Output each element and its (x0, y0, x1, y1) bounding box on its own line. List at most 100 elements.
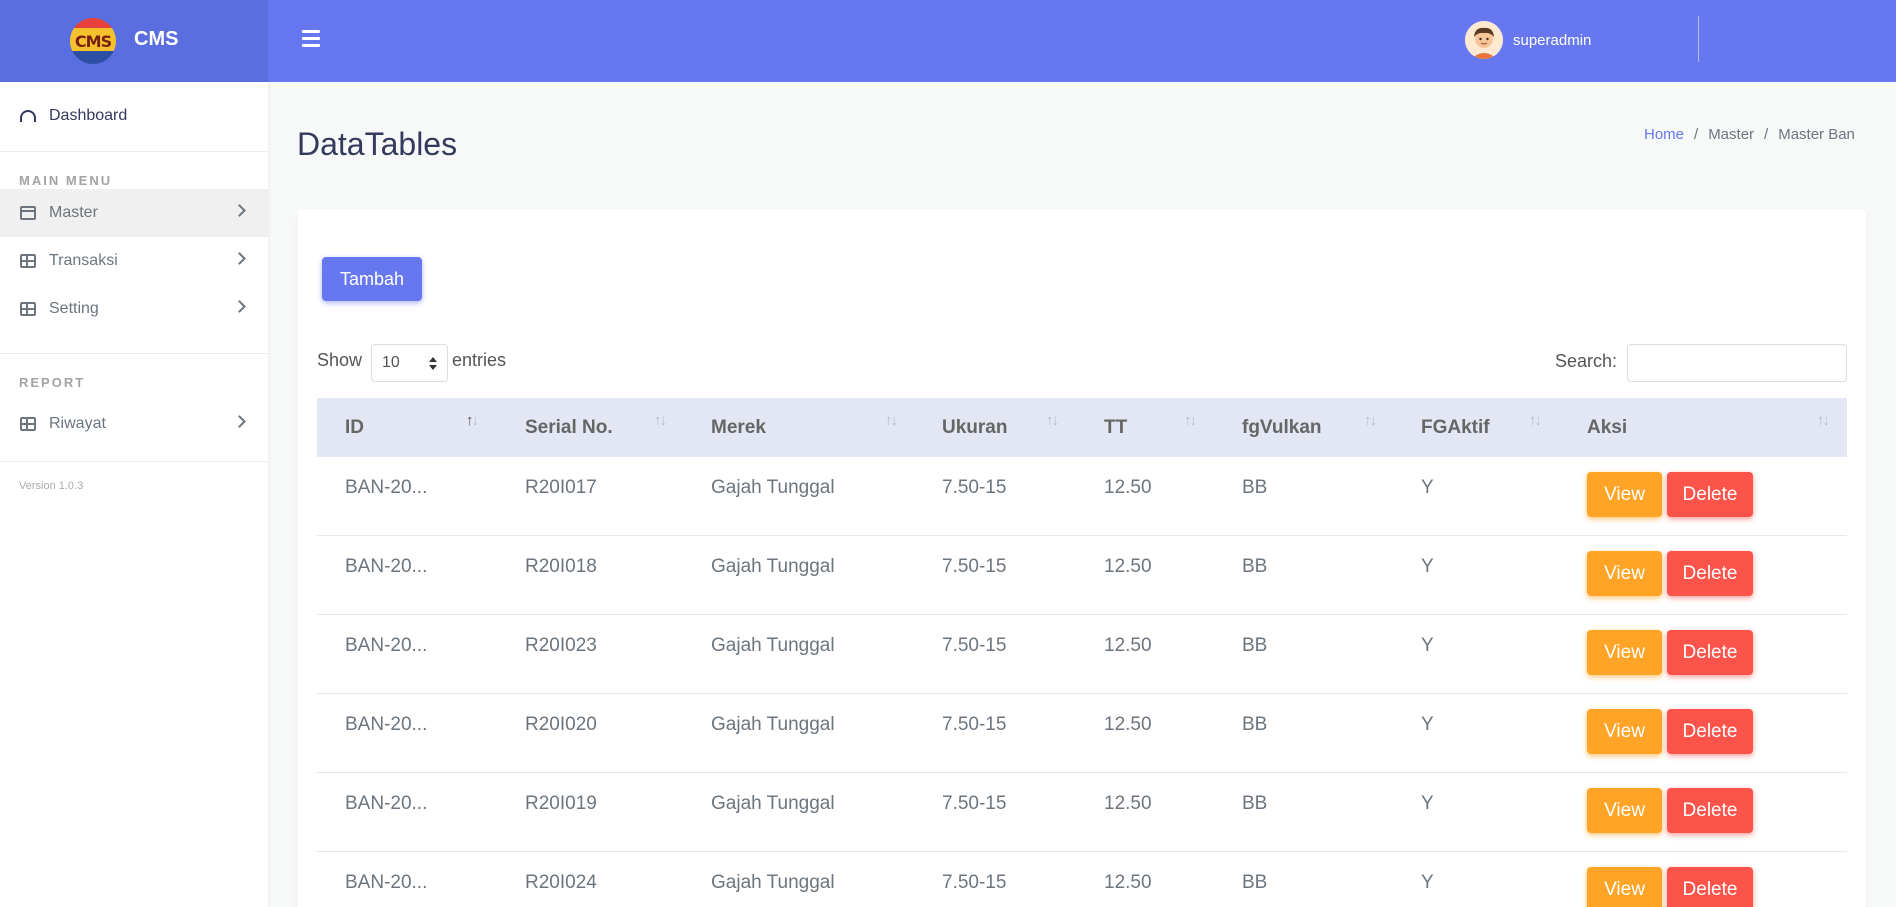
navbar-divider (1698, 16, 1699, 62)
cell-serial-no: R20I023 (525, 635, 597, 656)
breadcrumb-separator: / (1694, 126, 1699, 143)
cell-serial-no: R20I019 (525, 793, 597, 814)
sort-icon[interactable]: ↑↓ (1529, 412, 1542, 429)
top-navbar (268, 0, 1896, 82)
sort-icon[interactable]: ↑↓ (654, 412, 667, 429)
cell-merek: Gajah Tunggal (711, 635, 835, 656)
sort-icon[interactable]: ↑↓ (1364, 412, 1377, 429)
table-row: BAN-20... R20I018 Gajah Tunggal 7.50-15 12.5… (317, 536, 1847, 615)
delete-button[interactable]: Delete (1667, 630, 1753, 675)
table-row: BAN-20... R20I020 Gajah Tunggal 7.50-15 12.5… (317, 694, 1847, 773)
window-icon (20, 206, 36, 220)
cell-fgaktif: Y (1421, 556, 1434, 577)
view-button[interactable]: View (1587, 788, 1662, 833)
breadcrumb-item: Master Ban (1778, 126, 1855, 143)
cell-tt: 12.50 (1104, 477, 1152, 498)
sidebar-item-label: Transaksi (49, 252, 118, 269)
version-label: Version 1.0.3 (19, 480, 84, 492)
column-header-tt[interactable]: TT (1104, 417, 1127, 439)
cell-ukuran: 7.50-15 (942, 714, 1007, 735)
column-header-ukuran[interactable]: Ukuran (942, 417, 1007, 439)
add-button[interactable]: Tambah (322, 257, 422, 301)
cell-tt: 12.50 (1104, 793, 1152, 814)
sidebar-divider (0, 461, 268, 462)
delete-button[interactable]: Delete (1667, 867, 1753, 907)
column-header-id[interactable]: ID (345, 417, 364, 439)
sort-icon[interactable]: ↑↓ (885, 412, 898, 429)
entries-select[interactable]: 10 (371, 344, 448, 382)
cell-fgaktif: Y (1421, 872, 1434, 893)
cell-id: BAN-20... (345, 872, 428, 893)
cell-fgvulkan: BB (1242, 793, 1268, 814)
column-header-serial-no[interactable]: Serial No. (525, 417, 613, 439)
cell-serial-no: R20I024 (525, 872, 597, 893)
column-header-merek[interactable]: Merek (711, 417, 766, 439)
delete-button[interactable]: Delete (1667, 709, 1753, 754)
column-header-fgaktif[interactable]: FGAktif (1421, 417, 1490, 439)
chevron-right-icon (233, 252, 246, 265)
cell-fgvulkan: BB (1242, 714, 1268, 735)
view-button[interactable]: View (1587, 630, 1662, 675)
cms-logo[interactable]: CMS (70, 18, 116, 64)
cell-tt: 12.50 (1104, 872, 1152, 893)
breadcrumb: Home / Master / Master Ban (1644, 126, 1855, 143)
cell-ukuran: 7.50-15 (942, 635, 1007, 656)
delete-button[interactable]: Delete (1667, 472, 1753, 517)
cell-tt: 12.50 (1104, 714, 1152, 735)
chevron-right-icon (233, 204, 246, 217)
sort-asc-icon[interactable]: ↑↓ (466, 412, 479, 429)
cell-id: BAN-20... (345, 477, 428, 498)
cell-merek: Gajah Tunggal (711, 793, 835, 814)
cell-tt: 12.50 (1104, 635, 1152, 656)
search-input[interactable] (1627, 344, 1847, 382)
view-button[interactable]: View (1587, 472, 1662, 517)
sidebar-item-label: Riwayat (49, 415, 106, 432)
cell-ukuran: 7.50-15 (942, 872, 1007, 893)
view-button[interactable]: View (1587, 709, 1662, 754)
delete-button[interactable]: Delete (1667, 551, 1753, 596)
sidebar-item-master[interactable]: Master (0, 189, 268, 237)
breadcrumb-item: Master (1708, 126, 1755, 143)
sort-icon[interactable]: ↑↓ (1184, 412, 1197, 429)
column-header-fgvulkan[interactable]: fgVulkan (1242, 417, 1322, 439)
sort-icon[interactable]: ↑↓ (1817, 412, 1830, 429)
cell-fgvulkan: BB (1242, 477, 1268, 498)
table-row: BAN-20... R20I017 Gajah Tunggal 7.50-15 12.5… (317, 457, 1847, 536)
sidebar-divider (0, 353, 268, 354)
page-title: DataTables (297, 126, 458, 162)
table-row: BAN-20... R20I024 Gajah Tunggal 7.50-15 12.5… (317, 852, 1847, 907)
cell-merek: Gajah Tunggal (711, 872, 835, 893)
cell-id: BAN-20... (345, 635, 428, 656)
sidebar-item-label: Dashboard (49, 107, 128, 124)
table-row: BAN-20... R20I023 Gajah Tunggal 7.50-15 12.5… (317, 615, 1847, 694)
column-header-aksi[interactable]: Aksi (1587, 417, 1627, 439)
menu-toggle-icon[interactable] (302, 30, 320, 48)
sidebar-item-dashboard[interactable]: Dashboard (0, 92, 268, 140)
sidebar-item-transaksi[interactable]: Transaksi (0, 237, 268, 285)
user-avatar[interactable] (1465, 21, 1503, 59)
chevron-right-icon (233, 300, 246, 313)
delete-button[interactable]: Delete (1667, 788, 1753, 833)
username-label[interactable]: superadmin (1513, 32, 1591, 49)
sidebar: Dashboard MAIN MENU Master Transaksi Set… (0, 82, 268, 907)
breadcrumb-home-link[interactable]: Home (1644, 126, 1684, 143)
table-icon (20, 417, 36, 431)
view-button[interactable]: View (1587, 551, 1662, 596)
sidebar-header-report: REPORT (19, 375, 86, 390)
cell-serial-no: R20I017 (525, 477, 597, 498)
sort-icon[interactable]: ↑↓ (1046, 412, 1059, 429)
cell-ukuran: 7.50-15 (942, 793, 1007, 814)
view-button[interactable]: View (1587, 867, 1662, 907)
cell-fgvulkan: BB (1242, 635, 1268, 656)
logo-text: CMS (74, 31, 112, 51)
table-icon (20, 302, 36, 316)
sidebar-item-setting[interactable]: Setting (0, 285, 268, 333)
table-header: ID ↑↓ Serial No. ↑↓ Merek ↑↓ Ukuran ↑↓ T… (317, 398, 1847, 457)
cell-tt: 12.50 (1104, 556, 1152, 577)
entries-label: entries (452, 350, 507, 370)
cell-id: BAN-20... (345, 714, 428, 735)
cell-fgaktif: Y (1421, 793, 1434, 814)
cell-fgaktif: Y (1421, 635, 1434, 656)
sidebar-item-riwayat[interactable]: Riwayat (0, 400, 268, 448)
brand-name[interactable]: CMS (134, 28, 178, 51)
